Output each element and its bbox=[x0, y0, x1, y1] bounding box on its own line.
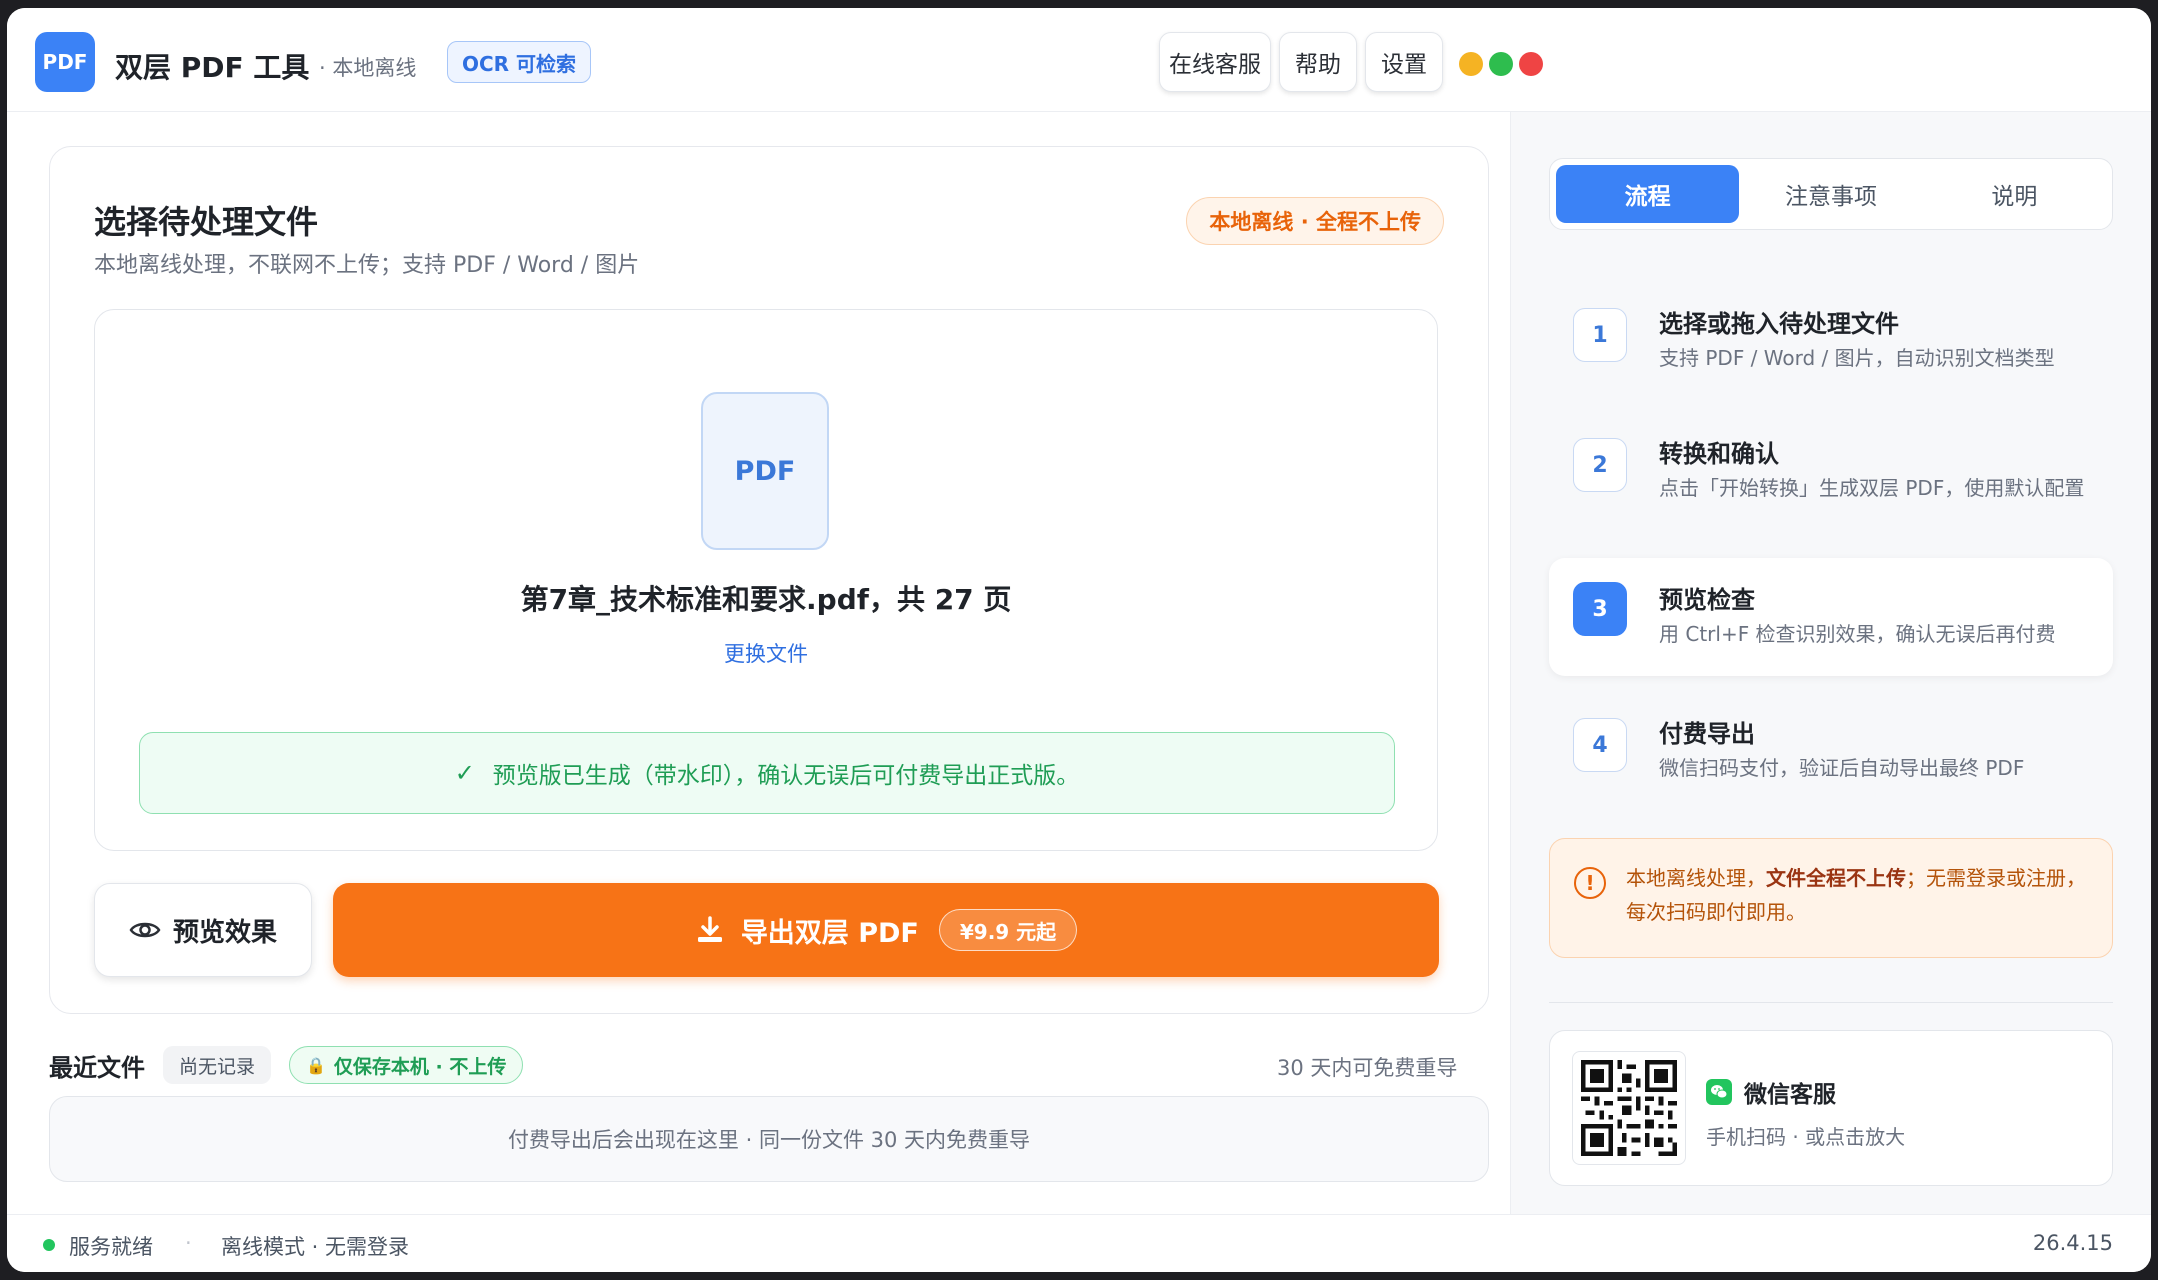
notice-part1: 本地离线处理， bbox=[1626, 866, 1766, 890]
export-button[interactable]: 导出双层 PDF ¥9.9 元起 bbox=[333, 883, 1439, 977]
eye-icon bbox=[129, 922, 161, 938]
status-dot-icon bbox=[43, 1239, 55, 1251]
card-subtitle: 本地离线处理，不联网不上传；支持 PDF / Word / 图片 bbox=[94, 253, 640, 278]
wechat-support-card[interactable]: 微信客服 手机扫码 · 或点击放大 bbox=[1549, 1030, 2113, 1186]
file-name: 第7章_技术标准和要求.pdf，共 27 页 bbox=[520, 583, 1012, 616]
pdf-file-icon: PDF bbox=[701, 392, 829, 550]
title-bar: PDF 双层 PDF 工具 · 本地离线 OCR 可检索 在线客服 帮助 设置 bbox=[7, 8, 2151, 112]
check-icon: ✓ bbox=[454, 759, 475, 787]
file-select-card: 选择待处理文件 本地离线处理，不联网不上传；支持 PDF / Word / 图片… bbox=[49, 146, 1489, 1014]
qr-code[interactable] bbox=[1572, 1051, 1686, 1165]
step-title: 付费导出 bbox=[1659, 720, 1755, 748]
empty-tag: 尚无记录 bbox=[163, 1046, 272, 1084]
step-title: 预览检查 bbox=[1659, 586, 1755, 614]
tab-process[interactable]: 流程 bbox=[1556, 165, 1740, 223]
card-title: 选择待处理文件 bbox=[94, 203, 319, 241]
download-icon bbox=[697, 916, 722, 942]
step-title: 选择或拖入待处理文件 bbox=[1659, 310, 1899, 338]
change-file-label[interactable]: 更换文件 bbox=[724, 642, 808, 666]
side-panel: 流程 注意事项 说明 1 选择或拖入待处理文件 支持 PDF / Word / … bbox=[1510, 112, 2151, 1214]
status-bar: 服务就绪 · 离线模式 · 无需登录 26.4.15 bbox=[7, 1214, 2151, 1272]
step-desc: 微信扫码支付，验证后自动导出最终 PDF bbox=[1659, 756, 2025, 780]
notice-bold: 文件全程不上传 bbox=[1766, 866, 1906, 890]
step-desc: 点击「开始转换」生成双层 PDF，使用默认配置 bbox=[1659, 476, 2085, 500]
step-item-current: 3 预览检查 用 Ctrl+F 检查识别效果，确认无误后再付费 bbox=[1549, 558, 2113, 676]
wechat-icon bbox=[1706, 1079, 1732, 1105]
step-item: 1 选择或拖入待处理文件 支持 PDF / Word / 图片，自动识别文档类型 bbox=[1549, 284, 2113, 394]
app-window: PDF 双层 PDF 工具 · 本地离线 OCR 可检索 在线客服 帮助 设置 … bbox=[7, 8, 2151, 1272]
settings-button[interactable]: 设置 bbox=[1365, 32, 1443, 92]
version-label: 26.4.15 bbox=[2032, 1231, 2113, 1255]
recent-files-title: 最近文件 bbox=[49, 1054, 145, 1082]
recent-empty-message: 付费导出后会出现在这里 · 同一份文件 30 天内免费重导 bbox=[507, 1128, 1031, 1152]
recent-files-list: 付费导出后会出现在这里 · 同一份文件 30 天内免费重导 bbox=[49, 1096, 1489, 1182]
ocr-badge: OCR 可检索 bbox=[447, 41, 592, 83]
qr-code-icon bbox=[1581, 1060, 1677, 1156]
app-subtitle: · 本地离线 bbox=[319, 56, 417, 80]
success-text: 预览版已生成（带水印），确认无误后可付费导出正式版。 bbox=[492, 763, 1080, 789]
price-badge: ¥9.9 元起 bbox=[938, 909, 1078, 951]
success-message: ✓ 预览版已生成（带水印），确认无误后可付费导出正式版。 bbox=[139, 732, 1395, 814]
change-file-link[interactable]: 更换文件 bbox=[95, 638, 1437, 668]
step-desc: 支持 PDF / Word / 图片，自动识别文档类型 bbox=[1659, 346, 2055, 370]
status-separator: · bbox=[185, 1231, 192, 1255]
offline-badge: 本地离线 · 全程不上传 bbox=[1186, 197, 1444, 245]
warning-icon: ! bbox=[1574, 867, 1606, 899]
local-only-tag: 🔒 仅保存本机 · 不上传 bbox=[289, 1046, 524, 1084]
preview-button[interactable]: 预览效果 bbox=[94, 883, 312, 977]
step-item: 2 转换和确认 点击「开始转换」生成双层 PDF，使用默认配置 bbox=[1549, 414, 2113, 544]
tab-description[interactable]: 说明 bbox=[1923, 165, 2106, 223]
step-desc: 用 Ctrl+F 检查识别效果，确认无误后再付费 bbox=[1659, 622, 2056, 646]
help-button[interactable]: 帮助 bbox=[1279, 32, 1357, 92]
step-item: 4 付费导出 微信扫码支付，验证后自动导出最终 PDF bbox=[1549, 696, 2113, 806]
wechat-title: 微信客服 bbox=[1706, 1075, 1836, 1109]
app-logo: PDF bbox=[35, 32, 95, 92]
minimize-button[interactable] bbox=[1459, 52, 1483, 76]
step-title: 转换和确认 bbox=[1659, 440, 1779, 468]
notice-text: 本地离线处理，文件全程不上传；无需登录或注册，每次扫码即付即用。 bbox=[1626, 861, 2096, 929]
step-number: 2 bbox=[1573, 438, 1627, 492]
file-drop-zone[interactable]: PDF 第7章_技术标准和要求.pdf，共 27 页 更换文件 ✓ 预览版已生成… bbox=[94, 309, 1438, 851]
step-number: 1 bbox=[1573, 308, 1627, 362]
lock-icon: 🔒 bbox=[306, 1055, 326, 1075]
maximize-button[interactable] bbox=[1489, 52, 1513, 76]
support-button[interactable]: 在线客服 bbox=[1159, 32, 1271, 92]
wechat-subtitle: 手机扫码 · 或点击放大 bbox=[1706, 1125, 1906, 1149]
step-number: 3 bbox=[1573, 582, 1627, 636]
tab-notes[interactable]: 注意事项 bbox=[1739, 165, 1922, 223]
wechat-title-label: 微信客服 bbox=[1744, 1082, 1836, 1108]
divider bbox=[1549, 1002, 2113, 1003]
reexport-note: 30 天内可免费重导 bbox=[1277, 1056, 1458, 1080]
app-title: 双层 PDF 工具 bbox=[115, 51, 310, 84]
mode-status: 离线模式 · 无需登录 bbox=[221, 1235, 410, 1259]
step-number: 4 bbox=[1573, 718, 1627, 772]
export-button-label: 导出双层 PDF bbox=[740, 917, 919, 949]
privacy-notice: ! 本地离线处理，文件全程不上传；无需登录或注册，每次扫码即付即用。 bbox=[1549, 838, 2113, 958]
close-button[interactable] bbox=[1519, 52, 1543, 76]
side-tabs: 流程 注意事项 说明 bbox=[1549, 158, 2113, 230]
service-status: 服务就绪 bbox=[69, 1235, 153, 1259]
local-only-label: 仅保存本机 · 不上传 bbox=[333, 1055, 507, 1078]
preview-button-label: 预览效果 bbox=[172, 917, 277, 948]
